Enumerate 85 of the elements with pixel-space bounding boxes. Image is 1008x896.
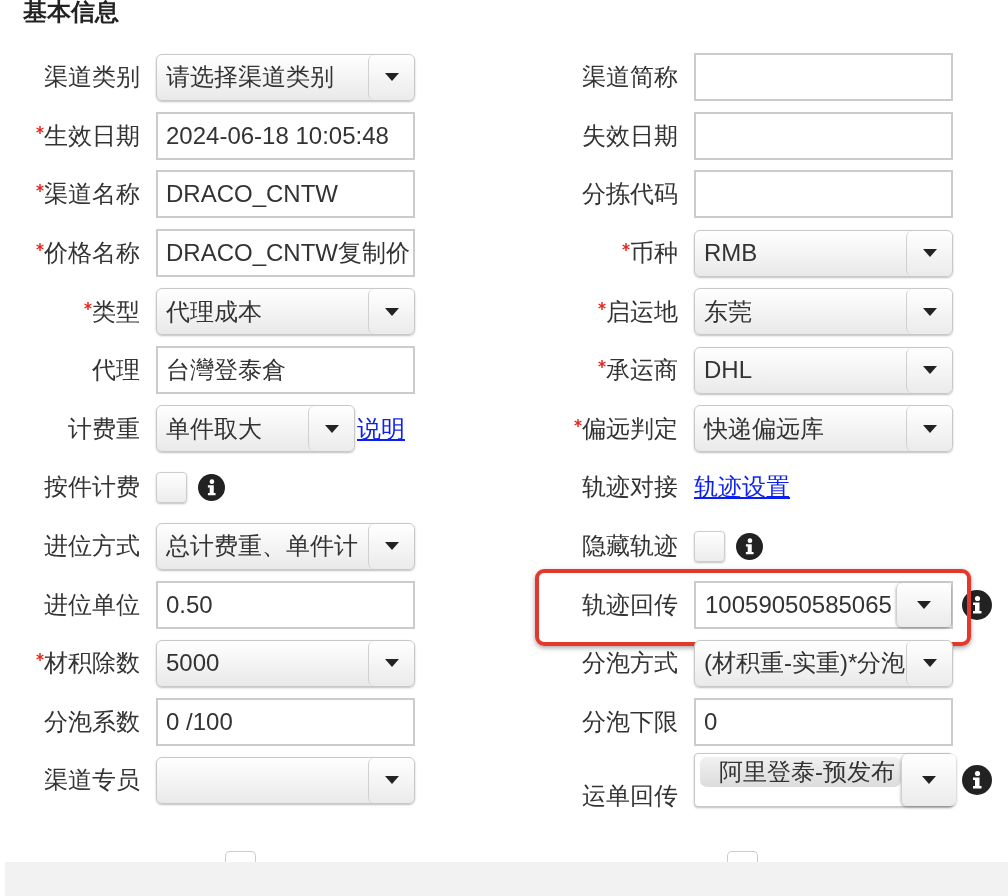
field-label: 分泡系数 (44, 707, 140, 736)
info-icon[interactable] (736, 532, 763, 560)
dropdown-button[interactable] (368, 289, 414, 335)
caret-icon (922, 249, 937, 258)
text-field[interactable]: 2024-06-18 10:05:48 (156, 111, 415, 160)
text-field[interactable]: 0 (694, 697, 953, 746)
field-label: 轨迹对接 (582, 473, 678, 502)
text-field[interactable]: DRACO_CNTW复制价 (156, 229, 415, 278)
dropdown-button[interactable] (368, 523, 414, 569)
field-label: 分泡方式 (582, 649, 678, 678)
dropdown-button[interactable] (308, 406, 354, 452)
checkbox[interactable] (156, 471, 187, 503)
field-label: 代理 (92, 356, 140, 385)
dropdown-button[interactable] (906, 347, 952, 393)
field-label: 价格名称 (44, 239, 140, 268)
field-label: 轨迹回传 (582, 590, 678, 619)
field-label: 偏远判定 (582, 414, 678, 443)
dropdown-select[interactable]: 快递偏远库 (694, 405, 953, 453)
dropdown-button[interactable] (906, 406, 952, 452)
caret-icon (384, 776, 399, 785)
dropdown-select[interactable]: (材积重-实重)*分泡 (694, 639, 953, 687)
caret-icon (324, 424, 339, 433)
text-field[interactable]: DRACO_CNTW (156, 170, 415, 219)
dropdown-button[interactable] (368, 640, 414, 686)
field-label: 币种 (630, 239, 678, 268)
field-label: 渠道简称 (582, 63, 678, 92)
multi-select-field[interactable]: 阿里登泰-预发布 (694, 753, 953, 808)
dropdown-button[interactable] (906, 289, 952, 335)
field-label: 渠道专员 (44, 766, 140, 795)
dropdown-button[interactable] (368, 757, 414, 803)
text-field[interactable]: 0 /100 (156, 697, 415, 746)
text-field[interactable] (694, 53, 953, 102)
field-label: 材积除数 (44, 649, 140, 678)
dropdown-select[interactable]: RMB (694, 229, 953, 277)
caret-icon (922, 307, 937, 316)
field-label: 隐藏轨迹 (582, 532, 678, 561)
dropdown-select[interactable]: 单件取大 (156, 405, 355, 453)
dropdown-select[interactable]: 东莞 (694, 288, 953, 336)
dropdown-button[interactable] (906, 230, 952, 276)
dropdown-select[interactable]: 代理成本 (156, 288, 415, 336)
dropdown-select[interactable]: 总计费重、单件计 (156, 522, 415, 570)
tag-chip: 阿里登泰-预发布 (700, 757, 901, 788)
caret-icon (917, 600, 931, 609)
dropdown-select[interactable]: 请选择渠道类别 (156, 53, 415, 101)
checkbox[interactable] (694, 530, 725, 562)
field-label: 进位单位 (44, 590, 140, 619)
text-field[interactable] (694, 111, 953, 160)
field-label: 启运地 (606, 297, 678, 326)
caret-icon (384, 73, 399, 82)
field-label: 分拣代码 (582, 180, 678, 209)
text-link[interactable]: 轨迹设置 (694, 473, 790, 502)
field-label: 渠道名称 (44, 180, 140, 209)
caret-icon (922, 424, 937, 433)
field-label: 计费重 (68, 414, 140, 443)
checkbox[interactable] (727, 851, 758, 862)
caret-icon (384, 542, 399, 551)
caret-icon (922, 776, 936, 785)
caret-icon (384, 659, 399, 668)
checkbox[interactable] (225, 851, 256, 862)
field-label: 运单回传 (582, 781, 678, 810)
field-label: 按件计费 (44, 473, 140, 502)
info-icon[interactable] (962, 765, 992, 796)
field-label: 承运商 (606, 356, 678, 385)
field-label: 进位方式 (44, 532, 140, 561)
text-field[interactable] (694, 170, 953, 219)
field-label: 分泡下限 (582, 707, 678, 736)
combo-field[interactable]: 10059050585065 (694, 580, 953, 629)
text-field[interactable]: 0.50 (156, 580, 415, 629)
field-label: 生效日期 (44, 121, 140, 150)
text-link[interactable]: 说明 (357, 414, 405, 443)
dropdown-button[interactable] (896, 582, 951, 627)
field-label: 类型 (92, 297, 140, 326)
info-icon[interactable] (962, 589, 992, 620)
field-label: 渠道类别 (44, 63, 140, 92)
dropdown-select[interactable]: DHL (694, 346, 953, 394)
dropdown-select[interactable]: 5000 (156, 639, 415, 687)
caret-icon (922, 659, 937, 668)
text-field[interactable]: 台灣登泰倉 (156, 346, 415, 395)
section-title: 基本信息 (23, 0, 119, 24)
field-label: 失效日期 (582, 121, 678, 150)
info-icon[interactable] (198, 473, 225, 501)
dropdown-button[interactable] (906, 640, 952, 686)
dropdown-button[interactable] (368, 54, 414, 100)
caret-icon (384, 307, 399, 316)
caret-icon (922, 366, 937, 375)
